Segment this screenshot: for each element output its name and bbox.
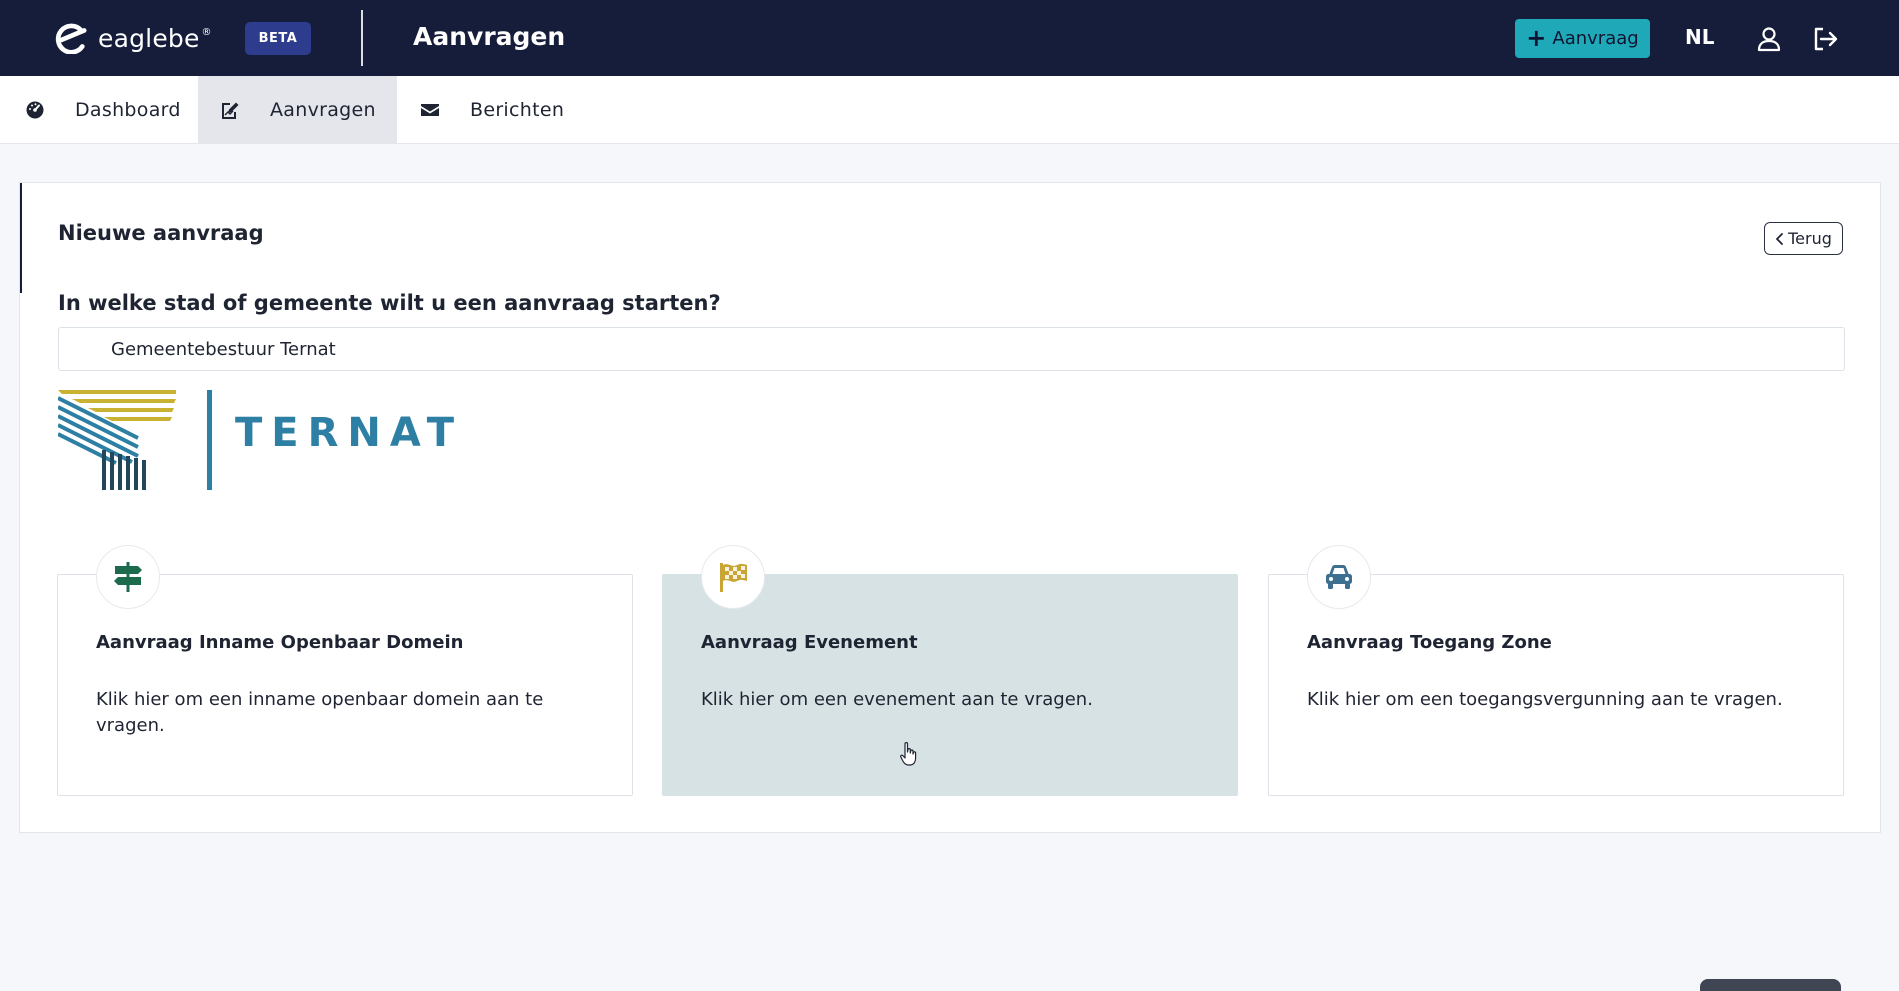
tab-dashboard[interactable]: Dashboard	[25, 76, 181, 143]
main-navigation: Dashboard Aanvragen Berichten	[0, 76, 1899, 144]
plus-icon: +	[1526, 23, 1547, 52]
eaglebe-logo-icon	[55, 23, 87, 54]
tab-berichten[interactable]: Berichten	[420, 76, 564, 143]
header-divider	[361, 10, 363, 66]
card-title: Nieuwe aanvraag	[58, 221, 264, 245]
tile-icon-badge	[701, 545, 765, 609]
edit-icon	[222, 102, 239, 119]
option-title: Aanvraag Inname Openbaar Domein	[96, 632, 464, 653]
brand-logo[interactable]: eaglebe ®	[52, 22, 212, 54]
option-evenement[interactable]: Aanvraag Evenement Klik hier om een even…	[662, 545, 1238, 796]
option-description: Klik hier om een toegangsvergunning aan …	[1307, 689, 1783, 710]
car-icon	[1326, 565, 1352, 589]
option-inname-openbaar-domein[interactable]: Aanvraag Inname Openbaar Domein Klik hie…	[57, 545, 633, 796]
signpost-icon	[114, 562, 142, 592]
page-title: Aanvragen	[413, 22, 566, 51]
tile-icon-badge	[96, 545, 160, 609]
beta-badge: BETA	[245, 22, 311, 55]
city-select-input[interactable]: Gemeentebestuur Ternat	[58, 327, 1845, 371]
hand-pointer-icon	[900, 742, 917, 766]
tab-aanvragen[interactable]: Aanvragen	[198, 76, 397, 143]
gauge-icon	[26, 101, 44, 118]
brand-trademark: ®	[201, 26, 212, 38]
tile-icon-badge	[1307, 545, 1371, 609]
option-toegang-zone[interactable]: Aanvraag Toegang Zone Klik hier om een t…	[1268, 545, 1844, 796]
envelope-icon	[421, 103, 439, 116]
new-request-label: Aanvraag	[1552, 28, 1639, 49]
tab-dashboard-label: Dashboard	[75, 98, 181, 121]
city-question: In welke stad of gemeente wilt u een aan…	[58, 291, 721, 315]
option-description: Klik hier om een evenement aan te vragen…	[701, 689, 1093, 710]
language-switcher[interactable]: NL	[1685, 25, 1714, 49]
floating-panel-tab[interactable]	[1700, 979, 1841, 991]
brand-name: eaglebe	[98, 23, 200, 53]
card-accent-bar	[20, 183, 22, 293]
user-icon[interactable]	[1756, 26, 1782, 52]
tab-berichten-label: Berichten	[470, 98, 565, 121]
new-request-card: Nieuwe aanvraag Terug In welke stad of g…	[19, 182, 1881, 833]
logout-icon[interactable]	[1812, 26, 1840, 52]
back-button-label: Terug	[1788, 229, 1832, 248]
option-description: Klik hier om een inname openbaar domein …	[96, 689, 544, 736]
back-button[interactable]: Terug	[1764, 222, 1843, 255]
option-title: Aanvraag Evenement	[701, 632, 918, 653]
new-request-button[interactable]: + Aanvraag	[1515, 19, 1650, 58]
option-title: Aanvraag Toegang Zone	[1307, 632, 1552, 653]
tab-aanvragen-label: Aanvragen	[270, 98, 376, 121]
chevron-left-icon	[1776, 232, 1784, 245]
checkered-flag-icon	[720, 563, 747, 592]
top-bar: eaglebe ® BETA Aanvragen + Aanvraag NL	[0, 0, 1899, 76]
city-logo-wordmark: TERNAT	[235, 410, 464, 456]
